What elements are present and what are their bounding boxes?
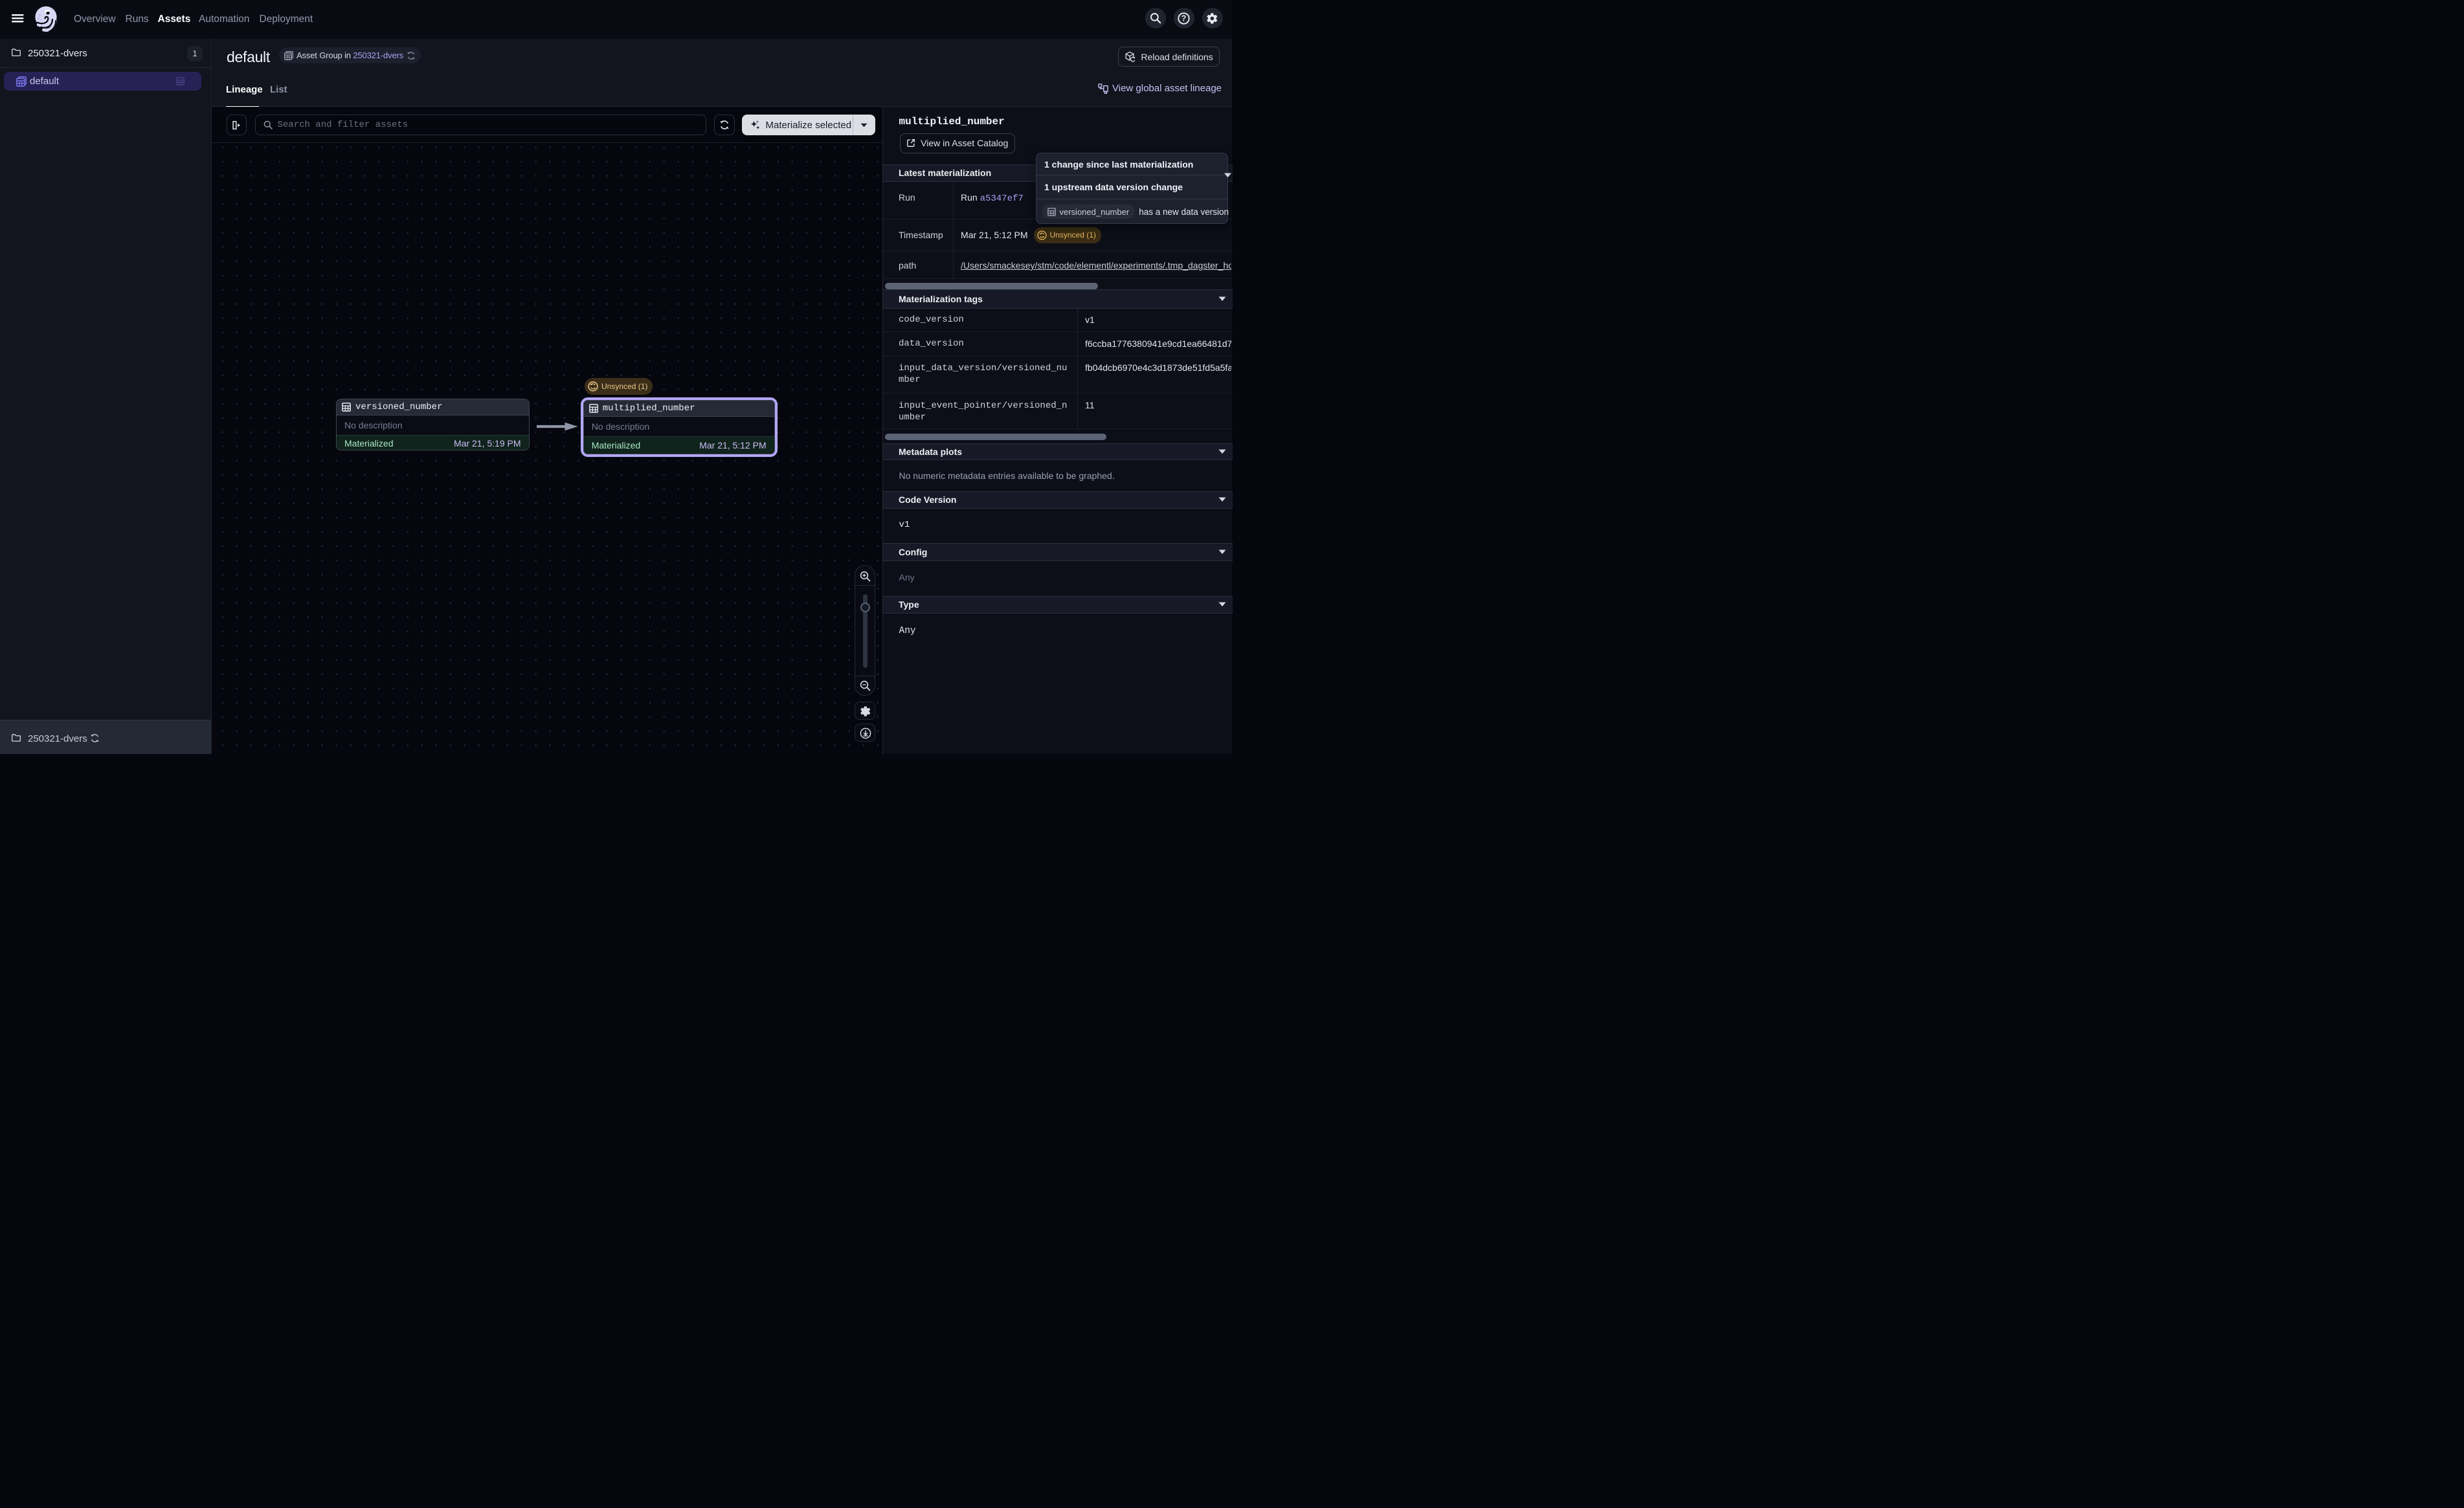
svg-text:?: ? bbox=[1182, 14, 1187, 23]
